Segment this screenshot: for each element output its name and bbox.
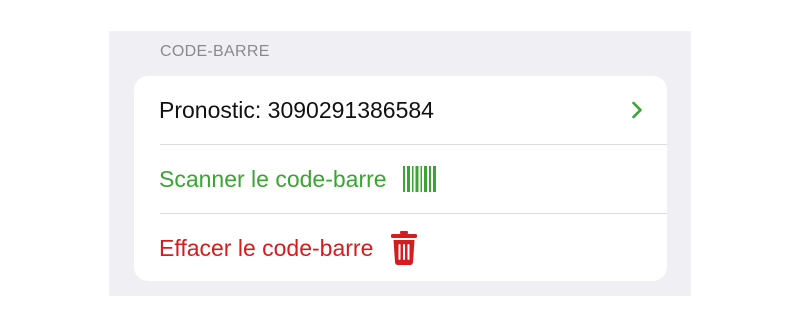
clear-barcode-label: Effacer le code-barre <box>159 235 374 261</box>
barcode-card: Pronostic: 3090291386584 Scanner le code… <box>134 76 667 281</box>
clear-barcode-button[interactable]: Effacer le code-barre <box>134 214 667 281</box>
scan-barcode-button[interactable]: Scanner le code-barre <box>134 145 667 213</box>
scan-barcode-label: Scanner le code-barre <box>159 166 387 192</box>
barcode-icon <box>402 165 437 193</box>
barcode-forecast-row[interactable]: Pronostic: 3090291386584 <box>134 76 667 144</box>
section-header: CODE-BARRE <box>160 43 270 60</box>
barcode-forecast-label: Pronostic: 3090291386584 <box>159 97 434 123</box>
settings-section: CODE-BARRE Pronostic: 3090291386584 Scan… <box>109 31 691 296</box>
chevron-right-icon <box>631 101 643 119</box>
trash-icon <box>389 231 419 265</box>
